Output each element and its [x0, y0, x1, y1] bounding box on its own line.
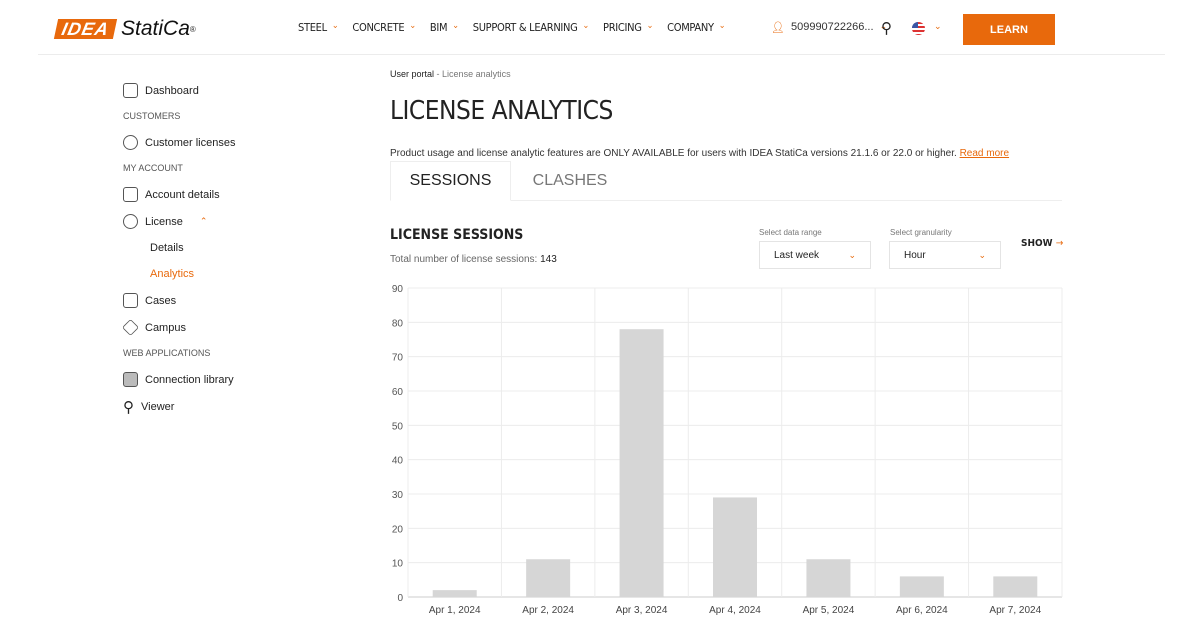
chevron-down-icon: ⌄: [978, 249, 986, 260]
x-tick-label: Apr 4, 2024: [709, 605, 761, 616]
y-tick-label: 40: [392, 456, 404, 467]
chevron-down-icon: ⌄: [646, 21, 654, 31]
y-tick-label: 30: [392, 490, 404, 501]
chevron-down-icon: ⌄: [848, 249, 856, 260]
chevron-down-icon: ⌄: [409, 21, 416, 31]
y-tick-label: 20: [392, 524, 404, 535]
page-title: LICENSE ANALYTICS: [390, 96, 613, 126]
y-tick-label: 70: [392, 353, 404, 364]
nav-support[interactable]: SUPPORT & LEARNING ⌄: [473, 21, 590, 34]
chevron-down-icon: ⌄: [718, 21, 726, 31]
dashboard-icon: [123, 83, 138, 98]
availability-note: Product usage and license analytic featu…: [390, 148, 1010, 159]
user-menu[interactable]: 👤︎ 509990722266... ⌄: [771, 21, 887, 34]
x-tick-label: Apr 1, 2024: [429, 605, 481, 616]
logo[interactable]: IDEA StatiCa ®: [53, 17, 196, 41]
bar: [619, 329, 664, 597]
tab-sessions[interactable]: SESSIONS: [390, 161, 511, 201]
arrow-right-icon: →: [1055, 238, 1064, 249]
chevron-down-icon: ⌄: [582, 21, 590, 31]
main-nav: STEEL ⌄ CONCRETE ⌄ BIM ⌄ SUPPORT & LEARNING…: [298, 21, 725, 34]
license-icon: [123, 135, 138, 150]
campus-icon: [122, 319, 139, 336]
us-flag-icon[interactable]: [912, 22, 925, 35]
nav-pricing[interactable]: PRICING ⌄: [603, 21, 653, 34]
y-tick-label: 0: [397, 593, 403, 604]
breadcrumb-current: License analytics: [442, 69, 511, 79]
cases-icon: [123, 293, 138, 308]
chevron-down-icon: ⌄: [331, 21, 339, 31]
section-my-account: MY ACCOUNT: [123, 163, 183, 173]
sidebar-item-campus[interactable]: Campus: [122, 314, 235, 341]
chevron-down-icon[interactable]: ⌄: [934, 21, 942, 32]
sidebar-item-customer-licenses[interactable]: Customer licenses: [123, 129, 235, 156]
bar: [899, 576, 944, 597]
total-sessions: Total number of license sessions: 143: [390, 254, 557, 265]
sessions-chart: 0 10 20 30 40 50 60 70 80 90 Apr 1, 2024 Apr 2, 202…: [392, 284, 1063, 616]
data-range-select[interactable]: Last week ⌄: [759, 241, 871, 269]
nav-concrete[interactable]: CONCRETE ⌄: [352, 21, 416, 34]
y-tick-label: 90: [392, 284, 404, 295]
granularity-select[interactable]: Hour ⌄: [889, 241, 1001, 269]
sidebar-item-details[interactable]: Details: [123, 235, 235, 261]
nav-company[interactable]: COMPANY ⌄: [667, 21, 725, 34]
sidebar-item-license[interactable]: License ⌃: [123, 208, 235, 235]
sidebar-item-viewer[interactable]: ⚲ Viewer: [123, 393, 235, 420]
chevron-up-icon: ⌃: [199, 216, 208, 226]
tab-clashes[interactable]: CLASHES: [511, 161, 629, 201]
y-tick-label: 80: [392, 318, 404, 329]
chevron-down-icon: ⌄: [452, 21, 459, 31]
x-tick-label: Apr 6, 2024: [896, 605, 948, 616]
breadcrumb-user-portal[interactable]: User portal: [390, 69, 434, 79]
nav-steel[interactable]: STEEL ⌄: [298, 21, 339, 34]
bar: [713, 497, 757, 597]
x-tick-label: Apr 5, 2024: [803, 605, 855, 616]
tabs: SESSIONS CLASHES: [390, 161, 1062, 201]
read-more-link[interactable]: Read more: [960, 148, 1009, 159]
search-icon[interactable]: ⚲: [881, 19, 892, 37]
learn-button[interactable]: LEARN: [963, 14, 1055, 45]
section-web-apps: WEB APPLICATIONS: [123, 348, 211, 358]
sidebar-item-connection-library[interactable]: Connection library: [123, 366, 235, 393]
show-button[interactable]: SHOW →: [1021, 238, 1063, 249]
nav-bim[interactable]: BIM ⌄: [430, 21, 459, 34]
range-label: Select data range: [759, 228, 822, 237]
sidebar-item-analytics[interactable]: Analytics: [123, 261, 235, 287]
sidebar-item-account-details[interactable]: Account details: [123, 181, 235, 208]
bar: [432, 590, 477, 597]
x-tick-label: Apr 7, 2024: [989, 605, 1041, 616]
x-tick-label: Apr 2, 2024: [522, 605, 574, 616]
y-tick-label: 10: [392, 559, 404, 570]
breadcrumb: User portal - License analytics: [390, 69, 511, 79]
sidebar-item-cases[interactable]: Cases: [123, 287, 235, 314]
y-tick-label: 60: [392, 387, 404, 398]
user-icon: 👤︎: [771, 22, 785, 34]
bar: [526, 559, 571, 597]
x-tick-label: Apr 3, 2024: [616, 605, 668, 616]
bar: [806, 559, 851, 597]
account-icon: [123, 187, 138, 202]
bar: [993, 576, 1038, 597]
sidebar-item-dashboard[interactable]: Dashboard: [123, 77, 235, 104]
section-customers: CUSTOMERS: [123, 111, 181, 121]
search-icon: ⚲: [123, 398, 134, 416]
library-icon: [123, 372, 138, 387]
y-tick-label: 50: [392, 421, 404, 432]
license-icon: [123, 214, 138, 229]
section-title: LICENSE SESSIONS: [390, 227, 524, 243]
granularity-label: Select granularity: [890, 228, 952, 237]
sidebar: Dashboard CUSTOMERS Customer licenses MY…: [122, 77, 235, 420]
